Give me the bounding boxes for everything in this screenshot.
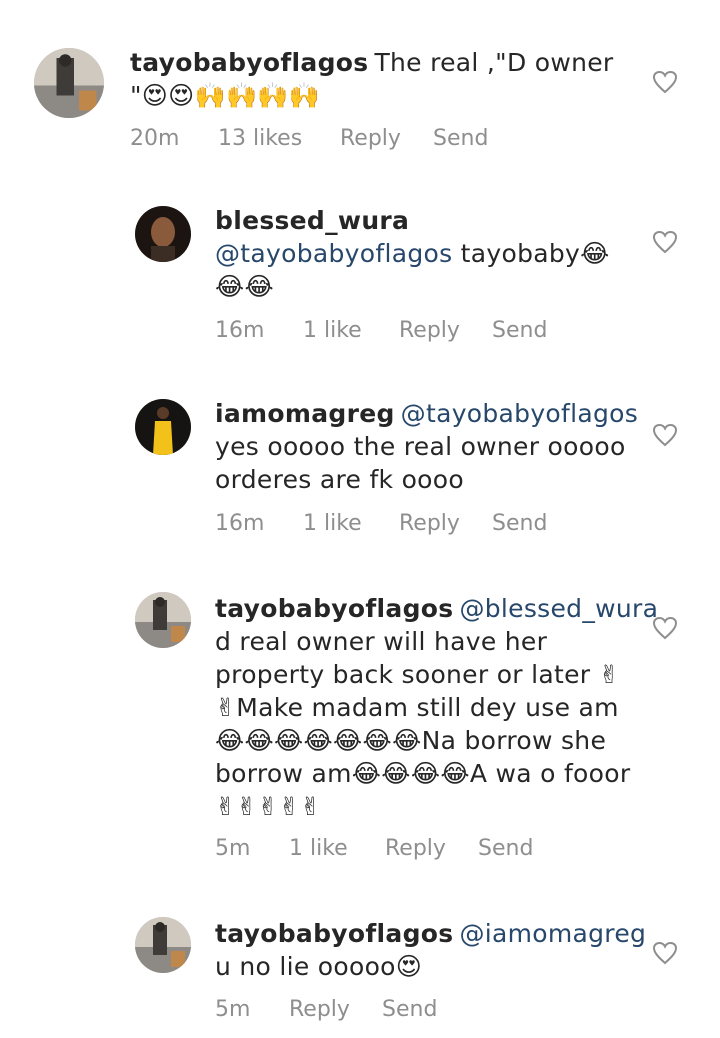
avatar[interactable] — [135, 917, 191, 973]
comment-item: tayobabyoflagos @blessed_wura d real owne… — [0, 578, 720, 878]
heart-outline-icon[interactable] — [652, 70, 678, 94]
comment-message: u no lie ooooo😍 — [215, 952, 423, 981]
comment-meta: 16m 1 like Reply Send — [215, 511, 547, 536]
send-button[interactable]: Send — [492, 511, 547, 536]
comment-time: 5m — [215, 836, 251, 861]
avatar[interactable] — [34, 48, 104, 118]
send-button[interactable]: Send — [382, 997, 437, 1022]
comment-time: 20m — [130, 126, 180, 151]
comment-meta: 5m Reply Send — [215, 997, 437, 1022]
comment-item: iamomagreg @tayobabyoflagos yes ooooo the… — [0, 385, 720, 555]
comment-username[interactable]: iamomagreg — [215, 399, 395, 428]
avatar-photo — [34, 48, 104, 118]
heart-outline-icon[interactable] — [652, 230, 678, 254]
comment-mention[interactable]: @tayobabyoflagos — [215, 239, 452, 268]
comment-message: yes ooooo the real owner ooooo orderes a… — [215, 432, 626, 494]
comment-username[interactable]: tayobabyoflagos — [130, 48, 368, 77]
comment-item: blessed_wura @tayobabyoflagos tayobaby😂😂😂… — [0, 190, 720, 370]
comment-likes[interactable]: 1 like — [289, 836, 385, 861]
comment-mention[interactable]: @tayobabyoflagos — [401, 399, 638, 428]
avatar-photo — [135, 399, 191, 455]
avatar[interactable] — [135, 592, 191, 648]
heart-outline-icon[interactable] — [652, 423, 678, 447]
send-button[interactable]: Send — [492, 318, 547, 343]
comment-mention[interactable]: @iamomagreg — [459, 919, 646, 948]
reply-button[interactable]: Reply — [340, 126, 433, 151]
comment-meta: 5m 1 like Reply Send — [215, 836, 533, 861]
reply-button[interactable]: Reply — [385, 836, 478, 861]
comment-text: tayobabyoflagos The real ,"D owner "😍😍🙌🙌🙌… — [130, 46, 650, 112]
comment-text: blessed_wura @tayobabyoflagos tayobaby😂😂😂 — [215, 204, 635, 303]
comment-username[interactable]: blessed_wura — [215, 204, 629, 237]
reply-button[interactable]: Reply — [399, 511, 492, 536]
comment-mention[interactable]: @blessed_wura — [459, 594, 658, 623]
comment-item: tayobabyoflagos @iamomagreg u no lie oooo… — [0, 905, 720, 1035]
avatar-photo — [135, 592, 191, 648]
send-button[interactable]: Send — [433, 126, 488, 151]
send-button[interactable]: Send — [478, 836, 533, 861]
comment-username[interactable]: tayobabyoflagos — [215, 594, 453, 623]
reply-button[interactable]: Reply — [289, 997, 382, 1022]
heart-outline-icon[interactable] — [652, 616, 678, 640]
reply-button[interactable]: Reply — [399, 318, 492, 343]
comment-likes[interactable]: 13 likes — [218, 126, 340, 151]
avatar-photo — [135, 206, 191, 262]
comment-time: 16m — [215, 318, 265, 343]
comment-time: 16m — [215, 511, 265, 536]
avatar[interactable] — [135, 206, 191, 262]
comment-item: tayobabyoflagos The real ,"D owner "😍😍🙌🙌🙌… — [0, 0, 720, 170]
avatar[interactable] — [135, 399, 191, 455]
comment-likes[interactable]: 1 like — [303, 511, 399, 536]
comment-message: d real owner will have her property back… — [215, 627, 631, 821]
comment-text: iamomagreg @tayobabyoflagos yes ooooo the… — [215, 397, 638, 496]
comment-meta: 16m 1 like Reply Send — [215, 318, 547, 343]
comment-username[interactable]: tayobabyoflagos — [215, 919, 453, 948]
comment-text: tayobabyoflagos @blessed_wura d real owne… — [215, 592, 658, 823]
comment-time: 5m — [215, 997, 251, 1022]
comment-likes[interactable]: 1 like — [303, 318, 399, 343]
comment-meta: 20m 13 likes Reply Send — [130, 126, 488, 151]
avatar-photo — [135, 917, 191, 973]
comment-text: tayobabyoflagos @iamomagreg u no lie oooo… — [215, 917, 646, 983]
heart-outline-icon[interactable] — [652, 941, 678, 965]
